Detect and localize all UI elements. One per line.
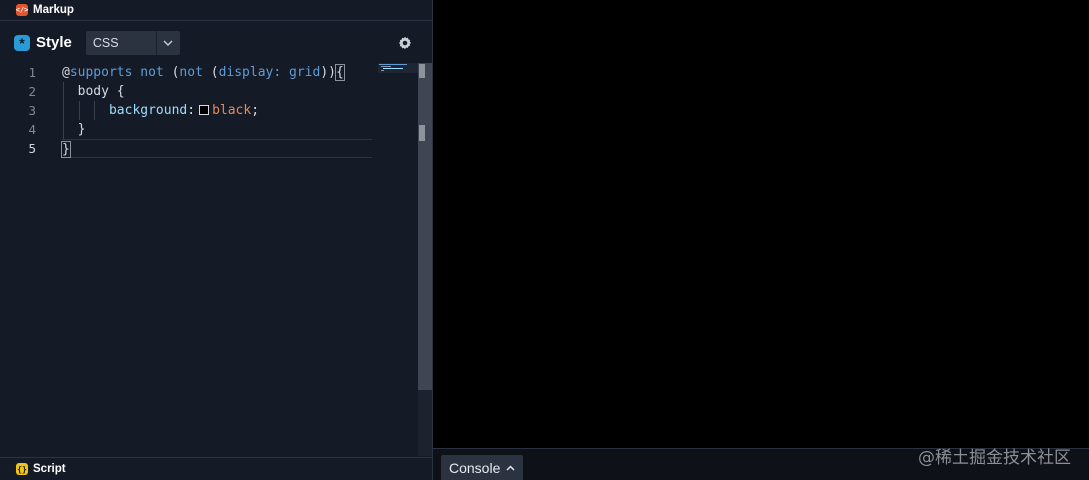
code-line-4[interactable]: } <box>62 120 372 139</box>
indent-guide <box>63 82 64 101</box>
script-panel-header[interactable]: {} Script <box>0 457 432 480</box>
code-line-1[interactable]: @supports not (not (display: grid)){ <box>62 63 372 82</box>
scrollbar-marker <box>419 64 425 78</box>
token-property: background <box>108 103 188 118</box>
text-caret <box>69 141 71 156</box>
token-colon: : <box>273 65 282 80</box>
token-paren: ( <box>210 65 219 80</box>
language-select[interactable]: CSS <box>85 30 180 55</box>
language-select-value: CSS <box>92 35 119 50</box>
line-number-active: 5 <box>28 141 36 156</box>
token-selector: body <box>77 84 109 99</box>
code-minimap[interactable] <box>378 63 418 73</box>
console-toggle-button[interactable]: Console <box>441 455 524 480</box>
token-colon: : <box>187 103 196 118</box>
line-number: 3 <box>28 103 36 118</box>
token-not: not <box>179 65 203 80</box>
line-number: 2 <box>28 84 36 99</box>
watermark: @稀土掘金技术社区 <box>918 448 1071 468</box>
css-code-editor[interactable]: 1 2 3 4 5 @supports not (not (display: g… <box>0 63 418 456</box>
editor-scrollbar[interactable] <box>418 63 432 456</box>
code-line-2[interactable]: body { <box>62 82 372 101</box>
line-number: 4 <box>28 122 36 137</box>
token-value: grid <box>289 65 321 80</box>
token-semicolon: ; <box>251 103 260 118</box>
token-at: @ <box>62 65 70 80</box>
indent-guide <box>63 101 64 120</box>
html-tag-icon: </> <box>15 4 29 16</box>
code-line-5-current[interactable]: } <box>61 139 372 158</box>
token-value: black <box>212 103 252 118</box>
chevron-up-icon <box>506 463 515 474</box>
gear-icon[interactable] <box>398 36 412 50</box>
braces-icon: {} <box>16 463 28 475</box>
markup-panel-title: Markup <box>33 4 74 16</box>
token-property: display <box>218 65 274 80</box>
color-swatch[interactable] <box>199 105 210 115</box>
token-brace: } <box>77 122 86 137</box>
preview-pane <box>433 0 1089 448</box>
token-not: not <box>140 65 164 80</box>
scrollbar-thumb[interactable] <box>418 63 432 390</box>
style-panel-title: Style <box>36 34 72 51</box>
script-panel-title: Script <box>33 463 66 475</box>
code-lines[interactable]: @supports not (not (display: grid)){ bod… <box>61 63 372 158</box>
token-brace-close: } <box>61 141 71 158</box>
code-line-3[interactable]: background: black; <box>62 101 372 120</box>
line-number-gutter: 1 2 3 4 5 <box>0 63 44 158</box>
markup-panel-header[interactable]: </> Markup <box>0 0 432 21</box>
token-brace: { <box>116 84 125 99</box>
console-label: Console <box>449 460 501 476</box>
token-paren: )) <box>320 65 336 80</box>
indent-guide <box>79 101 80 120</box>
asterisk-icon: * <box>14 34 30 51</box>
token-supports: supports <box>69 65 133 80</box>
indent-guide <box>94 101 95 120</box>
token-brace-open: { <box>335 64 345 81</box>
line-number: 1 <box>28 65 36 80</box>
scrollbar-marker <box>419 125 425 141</box>
chevron-down-icon[interactable] <box>155 30 180 55</box>
style-panel-header: * Style CSS <box>0 22 432 63</box>
indent-guide <box>63 120 64 139</box>
